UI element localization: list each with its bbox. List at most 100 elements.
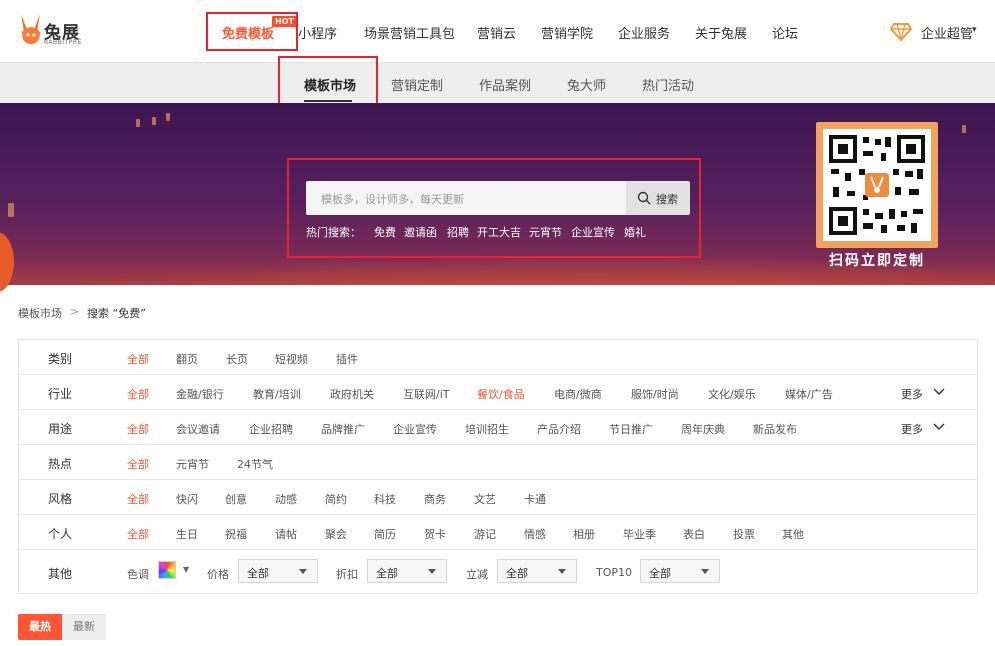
filter-option[interactable]: 新品发布 (753, 421, 797, 437)
breadcrumb-root[interactable]: 模板市场 (18, 305, 62, 321)
nav-marketing-academy[interactable]: 营销学院 (541, 23, 593, 42)
instant-discount-select[interactable]: 全部 (497, 559, 577, 583)
filter-option[interactable]: 简历 (374, 526, 396, 542)
filter-option[interactable]: 全部 (127, 456, 149, 472)
filter-option[interactable]: 毕业季 (623, 526, 656, 542)
filter-row-title: 热点 (48, 457, 73, 471)
caret-down-icon[interactable]: ▼ (183, 565, 189, 574)
filter-option[interactable]: 快闪 (176, 491, 198, 507)
chevron-down-icon[interactable] (933, 385, 945, 397)
filter-option[interactable]: 文艺 (474, 491, 496, 507)
user-name: 企业超管 (921, 27, 974, 42)
filter-option[interactable]: 培训招生 (465, 421, 509, 437)
top10-select-value: 全部 (649, 567, 671, 580)
color-tone-label: 色调 (127, 568, 149, 581)
filter-option[interactable]: 动感 (275, 491, 297, 507)
lantern-decoration (136, 119, 140, 127)
top-navigation: 兔展 RABBITPRE 免费模板 HOT 小程序 场景营销工具包 营销云 营销… (0, 0, 995, 62)
filter-option[interactable]: 科技 (374, 491, 396, 507)
filter-row-industry: 行业 全部 金融/银行 教育/培训 政府机关 互联网/iT 餐饮/食品 电商/微… (19, 375, 977, 410)
filter-option[interactable]: 全部 (127, 491, 149, 507)
filter-row-hotspot: 热点 全部 元宵节 24节气 (19, 445, 977, 480)
filter-option[interactable]: 短视频 (275, 351, 308, 367)
price-select[interactable]: 全部 (238, 559, 318, 583)
filter-row-title: 其他 (48, 567, 73, 581)
filter-option[interactable]: 全部 (127, 526, 149, 542)
filter-option[interactable]: 产品介绍 (537, 421, 581, 437)
filter-option[interactable]: 情感 (524, 526, 546, 542)
subnav-case-works[interactable]: 作品案例 (479, 75, 531, 94)
filter-option[interactable]: 翻页 (176, 351, 198, 367)
sub-navigation: 模板市场 营销定制 作品案例 兔大师 热门活动 (0, 62, 995, 104)
discount-select[interactable]: 全部 (367, 559, 447, 583)
qr-code-card[interactable] (816, 122, 938, 248)
filter-option[interactable]: 企业招聘 (249, 421, 293, 437)
instant-discount-select-value: 全部 (506, 567, 528, 580)
filter-option[interactable]: 其他 (782, 526, 804, 542)
filter-option[interactable]: 电商/微商 (554, 386, 602, 402)
filter-option[interactable]: 餐饮/食品 (477, 386, 525, 402)
filter-row-title: 用途 (48, 422, 73, 436)
filter-option[interactable]: 插件 (336, 351, 358, 367)
caret-down-icon (558, 569, 566, 574)
filter-option[interactable]: 聚会 (325, 526, 347, 542)
top10-select[interactable]: 全部 (640, 559, 720, 583)
filter-row-personal: 个人 全部 生日 祝福 请帖 聚会 简历 贺卡 游记 情感 相册 毕业季 表白 … (19, 515, 977, 550)
brand-logo[interactable]: 兔展 RABBITPRE (18, 12, 88, 50)
filter-option[interactable]: 商务 (424, 491, 446, 507)
filter-option[interactable]: 周年庆典 (681, 421, 725, 437)
filter-option[interactable]: 创意 (225, 491, 247, 507)
top10-label: TOP10 (596, 566, 633, 579)
nav-forum[interactable]: 论坛 (772, 23, 798, 42)
filter-option[interactable]: 卡通 (524, 491, 546, 507)
color-picker-swatch[interactable] (158, 561, 176, 579)
filter-option[interactable]: 服饰/时尚 (631, 386, 679, 402)
filter-option[interactable]: 24节气 (237, 456, 273, 472)
nav-about[interactable]: 关于兔展 (695, 23, 747, 42)
filter-option[interactable]: 媒体/广告 (785, 386, 833, 402)
filter-option[interactable]: 会议邀请 (176, 421, 220, 437)
nav-marketing-cloud[interactable]: 营销云 (477, 23, 516, 42)
filter-option[interactable]: 祝福 (225, 526, 247, 542)
filter-option[interactable]: 文化/娱乐 (708, 386, 756, 402)
chevron-down-icon: ▾ (972, 25, 977, 35)
instant-discount-label: 立减 (466, 568, 488, 581)
filter-option[interactable]: 金融/银行 (176, 386, 224, 402)
nav-marketing-toolkit[interactable]: 场景营销工具包 (364, 23, 455, 42)
nav-enterprise-service[interactable]: 企业服务 (618, 23, 670, 42)
filter-option[interactable]: 政府机关 (330, 386, 374, 402)
filter-option[interactable]: 全部 (127, 351, 149, 367)
lantern-decoration (152, 117, 156, 125)
filter-option[interactable]: 品牌推广 (321, 421, 365, 437)
filter-option[interactable]: 企业宣传 (393, 421, 437, 437)
filter-option[interactable]: 请帖 (275, 526, 297, 542)
subnav-rabbit-master[interactable]: 兔大师 (567, 75, 606, 94)
filter-option[interactable]: 节日推广 (609, 421, 653, 437)
filter-row-title: 个人 (48, 527, 73, 541)
filter-option[interactable]: 表白 (683, 526, 705, 542)
filter-option[interactable]: 教育/培训 (253, 386, 301, 402)
nav-mini-program[interactable]: 小程序 (298, 23, 337, 42)
filter-option[interactable]: 长页 (226, 351, 248, 367)
sort-hottest-button[interactable]: 最热 (18, 614, 62, 640)
caret-down-icon (299, 569, 307, 574)
filter-option[interactable]: 相册 (573, 526, 595, 542)
discount-label: 折扣 (336, 568, 358, 581)
more-button[interactable]: 更多 (901, 386, 923, 402)
filter-option[interactable]: 生日 (176, 526, 198, 542)
filter-option[interactable]: 投票 (733, 526, 755, 542)
qr-caption: 扫码立即定制 (829, 253, 925, 269)
filter-option[interactable]: 互联网/iT (403, 386, 449, 402)
more-button[interactable]: 更多 (901, 421, 923, 437)
filter-option[interactable]: 贺卡 (424, 526, 446, 542)
filter-option[interactable]: 全部 (127, 386, 149, 402)
filter-option[interactable]: 元宵节 (176, 456, 209, 472)
filter-option[interactable]: 简约 (325, 491, 347, 507)
filter-option[interactable]: 全部 (127, 421, 149, 437)
subnav-hot-events[interactable]: 热门活动 (642, 75, 694, 94)
brand-sub: RABBITPRE (44, 39, 82, 46)
subnav-marketing-custom[interactable]: 营销定制 (391, 75, 443, 94)
chevron-down-icon[interactable] (933, 420, 945, 432)
sort-newest-button[interactable]: 最新 (62, 614, 106, 640)
filter-option[interactable]: 游记 (474, 526, 496, 542)
